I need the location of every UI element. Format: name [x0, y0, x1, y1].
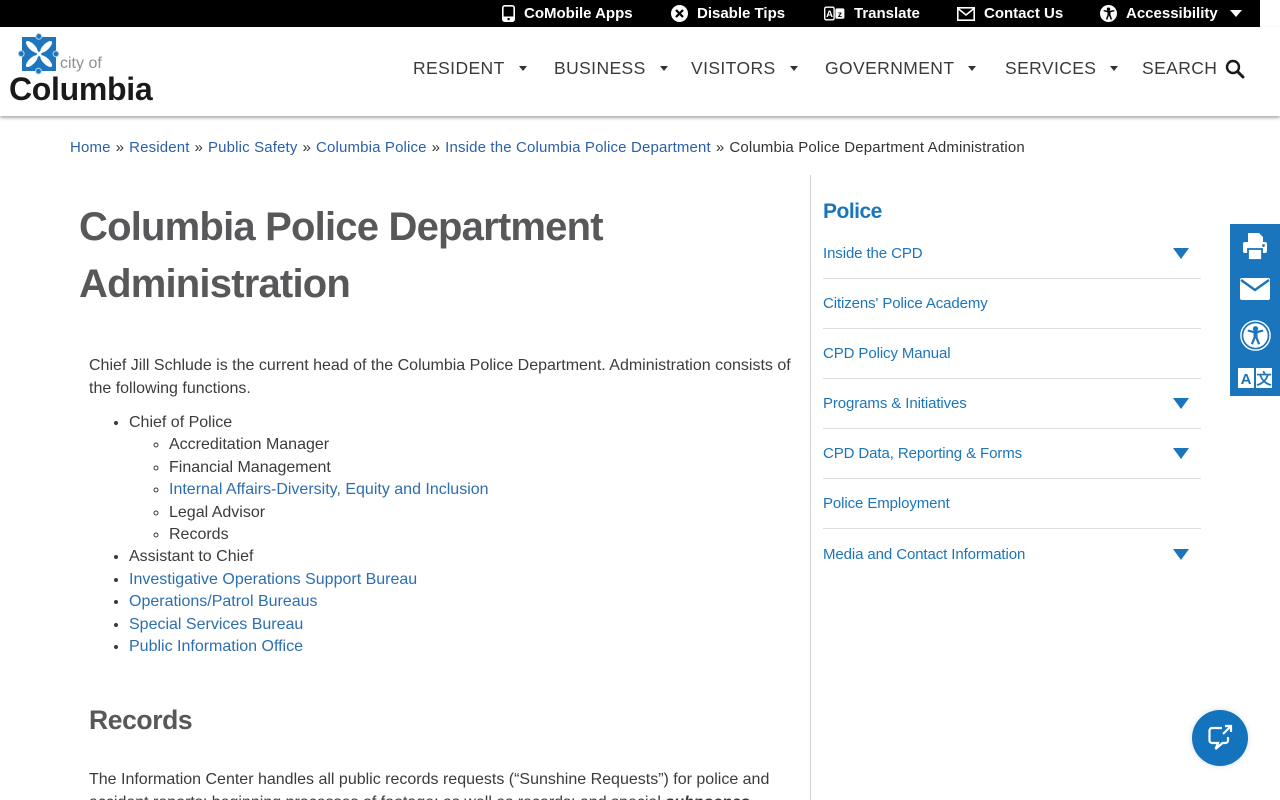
svg-text:A: A — [1241, 371, 1252, 388]
svg-text:A: A — [826, 9, 833, 20]
svg-text:z: z — [838, 9, 842, 19]
svg-text:文: 文 — [1256, 370, 1272, 388]
